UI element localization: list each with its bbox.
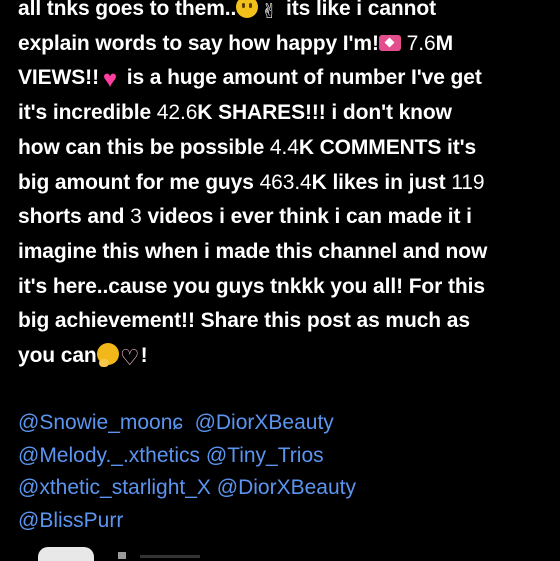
divider [118,552,126,559]
post-line-1: all tnks goes to them.. ✌ its like i cann… [18,0,553,27]
comments-count: 4.4 [269,135,299,159]
text: VIEWS!! [18,66,99,90]
post-line-8: imagine this when i made this channel an… [18,235,553,270]
mention-link[interactable]: @DiorXBeauty [195,411,334,434]
victory-hand-icon: ✌ [260,1,278,23]
text: big amount for me guys [18,170,254,194]
truncated-content [140,555,200,558]
text: big achievement!! Share this post as muc… [18,309,470,333]
mentions: @Snowie_moonɕ @DiorXBeauty @Melody._.xth… [18,407,356,537]
text: it's incredible [18,101,152,125]
mention-link[interactable]: @BlissPurr [18,509,123,532]
post-line-5: how can this be possible 4.4K COMMENTS i… [18,131,553,166]
views-count: 7.6 [406,31,436,55]
mention-suffix: ɕ [172,411,183,434]
text: you can [18,344,97,368]
post-line-3: VIEWS!! ♥ is a huge amount of number I've… [18,61,553,96]
views-unit: M [435,31,454,55]
text: videos i ever think i can made it i [147,205,472,229]
videos-count: 3 [130,205,142,229]
mentions-line-2: @Melody._.xthetics @Tiny_Trios [18,440,356,473]
post-line-9: it's here..cause you guys tnkkk you all!… [18,270,553,305]
post-line-11: you can ♡! [18,339,553,374]
mention-link[interactable]: @xthetic_starlight_X [18,476,211,499]
text: ! [140,344,148,368]
shorts-count: 119 [451,170,485,194]
mention-link[interactable]: @Melody._.xthetics [18,444,200,467]
mentions-line-4: @BlissPurr [18,505,356,538]
text: it's here..cause you guys tnkkk you all!… [18,274,485,298]
text: how can this be possible [18,135,265,159]
text: is a huge amount of number I've get [126,66,482,90]
text: explain words to say how happy I'm! [18,31,379,55]
post-line-10: big achievement!! Share this post as muc… [18,304,553,339]
text: K likes in just [311,170,446,194]
next-item-preview [0,545,560,561]
mentions-line-1: @Snowie_moonɕ @DiorXBeauty [18,407,356,440]
post-line-7: shorts and 3 videos i ever think i can m… [18,200,553,235]
post-line-2: explain words to say how happy I'm! 7.6M [18,27,553,62]
likes-count: 463.4 [259,170,312,194]
text: K COMMENTS it's [298,135,477,159]
post-line-4: it's incredible 42.6K SHARES!!! i don't … [18,96,553,131]
text: imagine this when i made this channel an… [18,239,488,263]
heart-hands-icon: ♡ [119,345,140,371]
text: K SHARES!!! i don't know [197,101,452,125]
hugging-face-icon [96,343,119,368]
smiling-face-icon [236,0,259,18]
text: shorts and [18,205,125,229]
shares-count: 42.6 [156,101,198,125]
text: its like i cannot [286,0,437,20]
post-line-6: big amount for me guys 463.4K likes in j… [18,166,553,201]
mentions-line-3: @xthetic_starlight_X @DiorXBeauty [18,472,356,505]
mention-link[interactable]: @Tiny_Trios [206,444,324,467]
love-letter-icon [378,34,401,51]
mention-link[interactable]: @Snowie_moon [18,411,172,434]
post-text: all tnks goes to them.. ✌ its like i cann… [18,0,553,374]
avatar[interactable] [38,547,94,561]
mention-link[interactable]: @DiorXBeauty [217,476,356,499]
text: all tnks goes to them.. [18,0,237,20]
pink-heart-icon: ♥ [102,66,118,94]
